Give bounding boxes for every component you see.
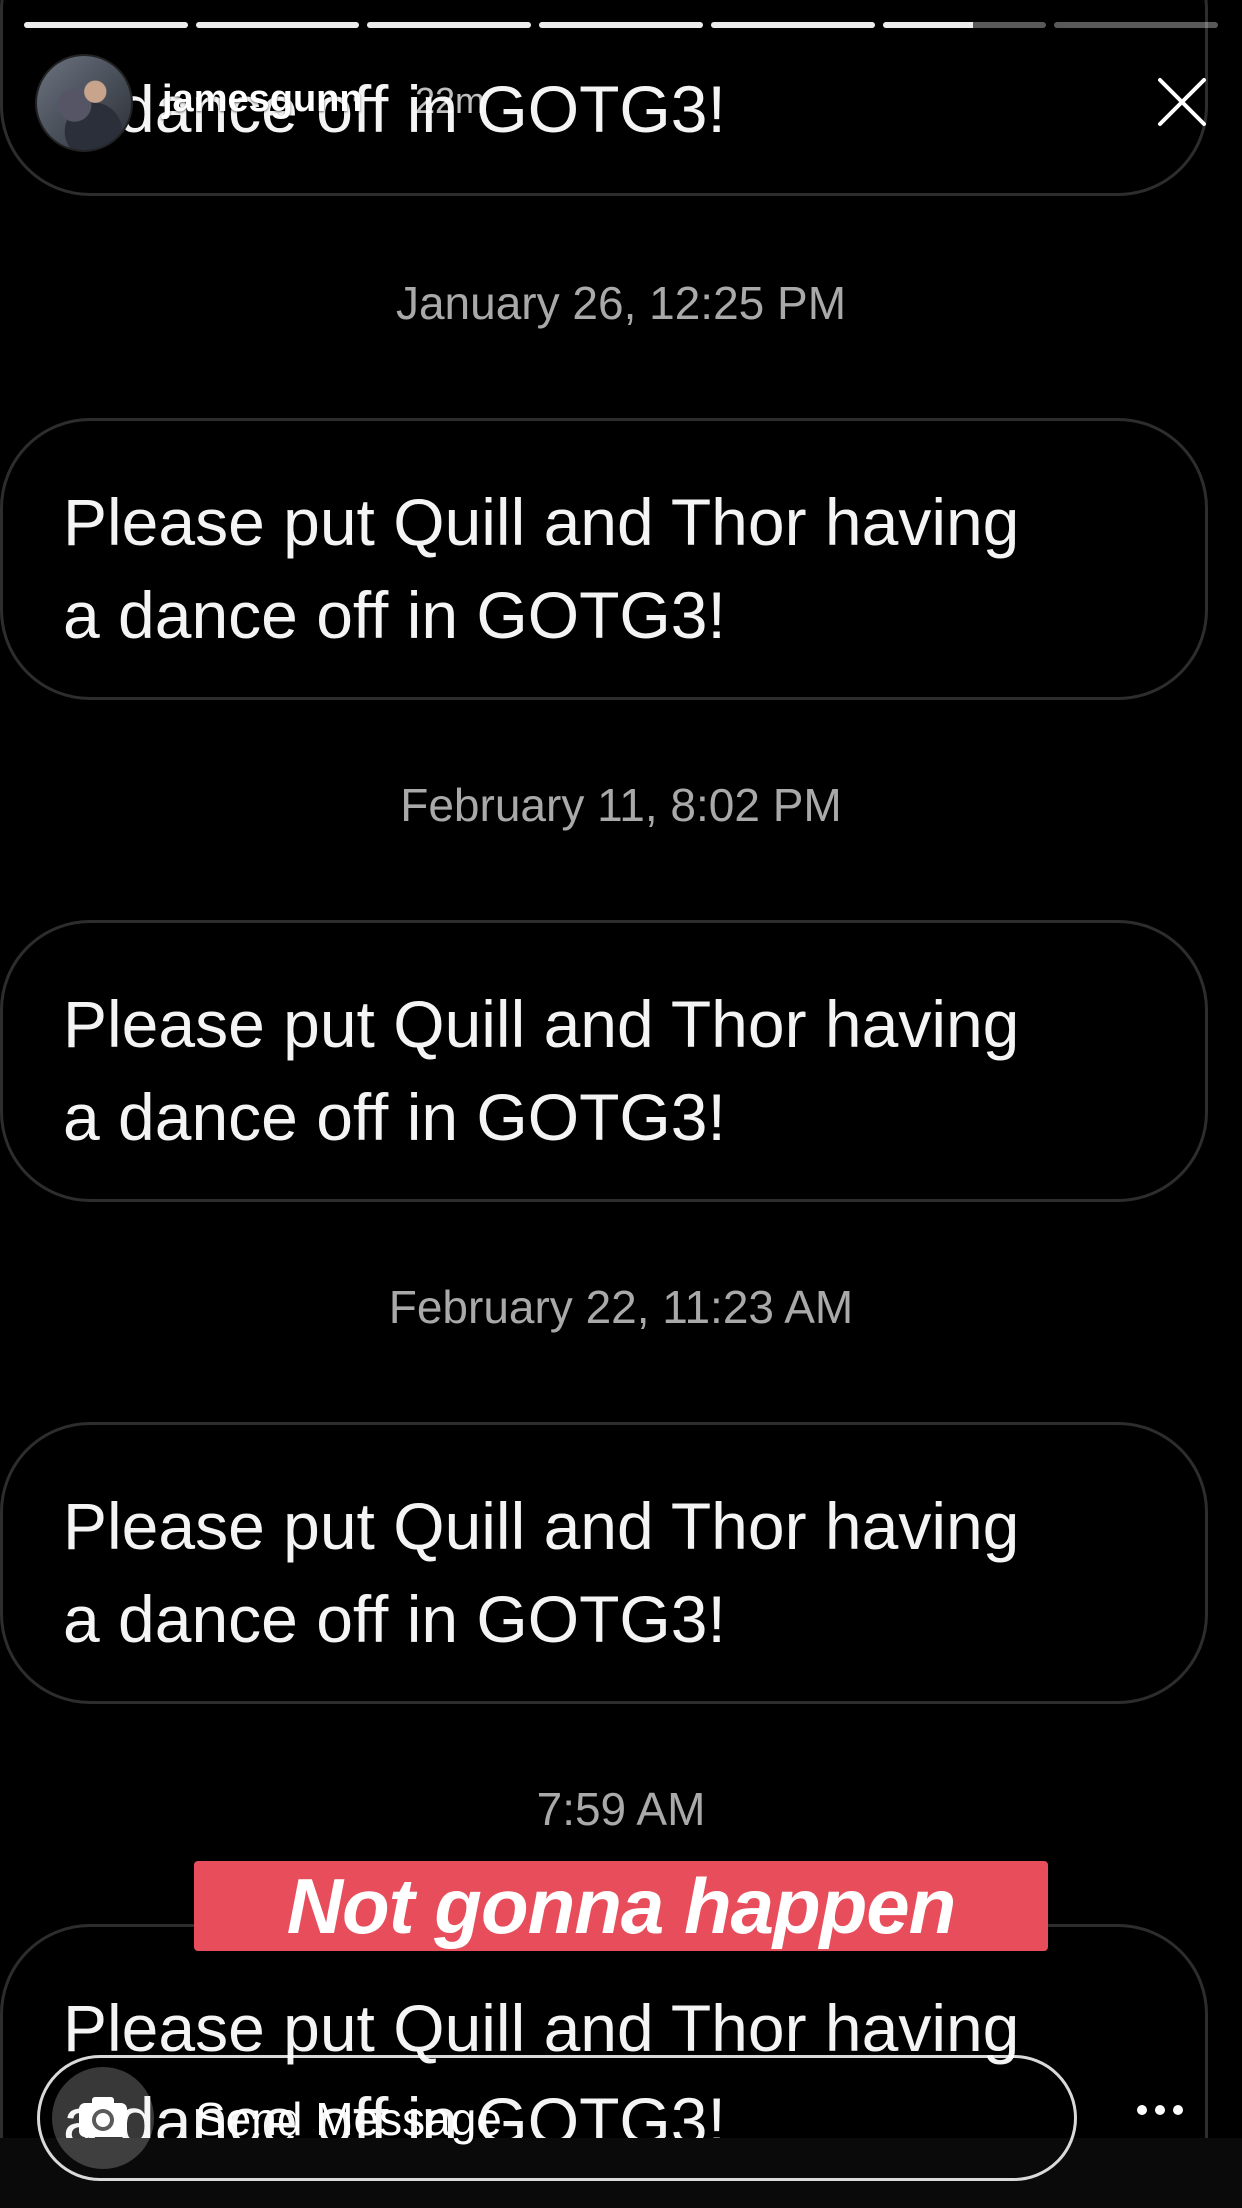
progress-fill [24, 22, 188, 28]
message-bubble: Please put Quill and Thor having a dance… [0, 1422, 1208, 1704]
progress-fill [367, 22, 532, 28]
progress-segment [367, 22, 532, 28]
progress-fill [195, 22, 360, 28]
progress-segment [539, 22, 703, 28]
message-bubble: Please put Quill and Thor having a dance… [0, 920, 1208, 1202]
close-icon[interactable] [1152, 72, 1212, 132]
message-timestamp: January 26, 12:25 PM [395, 277, 847, 329]
message-timestamp: February 11, 8:02 PM [400, 779, 842, 831]
message-timestamp: 7:59 AM [536, 1783, 706, 1835]
progress-segment [710, 22, 875, 28]
message-text-line: a dance off in GOTG3! [63, 1080, 726, 1154]
message-bubble: Please put Quill and Thor having a dance… [0, 418, 1208, 700]
progress-fill [882, 22, 973, 28]
progress-fill [539, 22, 703, 28]
camera-button[interactable] [52, 2067, 154, 2169]
send-message-input[interactable] [37, 2055, 1077, 2181]
message-text-line: Please put Quill and Thor having [63, 485, 1020, 559]
progress-segment [882, 22, 1047, 28]
camera-icon [79, 2097, 127, 2137]
progress-fill [710, 22, 875, 28]
progress-segment [24, 22, 188, 28]
message-text-line: Please put Quill and Thor having [63, 987, 1020, 1061]
story-screen: a dance off in GOTG3! January 26, 12:25 … [0, 0, 1242, 2208]
progress-segment [1054, 22, 1219, 28]
story-time-ago: 22m [415, 80, 486, 121]
more-horizontal-icon[interactable] [1130, 2095, 1190, 2125]
message-timestamp: February 22, 11:23 AM [388, 1281, 854, 1333]
username[interactable]: jamesgunn [162, 78, 363, 121]
message-text-line: a dance off in GOTG3! [63, 1582, 726, 1656]
progress-segment [195, 22, 360, 28]
story-progress-bar [24, 22, 1219, 28]
message-text-line: a dance off in GOTG3! [63, 578, 726, 652]
avatar[interactable] [35, 54, 133, 152]
message-text-line: Please put Quill and Thor having [63, 1489, 1020, 1563]
send-message-placeholder: Send Message [195, 2093, 502, 2145]
story-text-sticker: Not gonna happen [194, 1861, 1048, 1951]
